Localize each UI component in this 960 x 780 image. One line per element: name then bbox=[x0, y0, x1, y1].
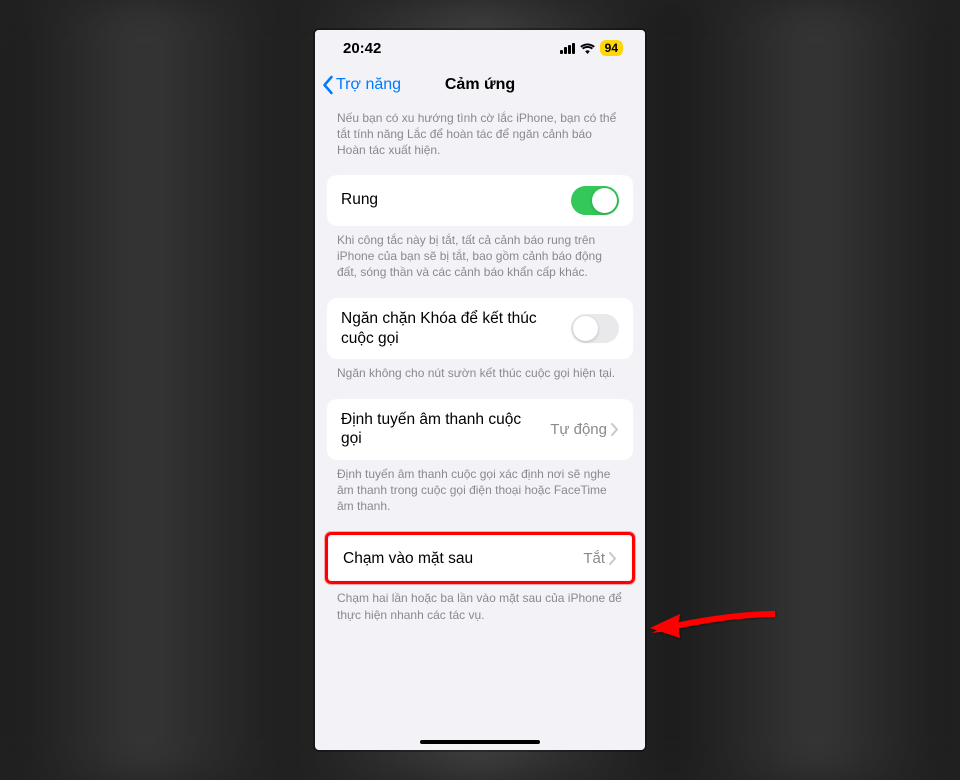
vibration-toggle[interactable] bbox=[571, 186, 619, 215]
vibration-row[interactable]: Rung bbox=[327, 175, 633, 226]
vibration-group: Rung Khi công tắc này bị tắt, tất cả cản… bbox=[327, 175, 633, 297]
back-tap-value: Tắt bbox=[583, 550, 617, 567]
chevron-left-icon bbox=[321, 75, 334, 95]
wifi-icon bbox=[580, 43, 595, 54]
status-bar: 20:42 94 bbox=[315, 30, 645, 66]
lock-end-call-footer: Ngăn không cho nút sườn kết thúc cuộc gọ… bbox=[327, 359, 633, 397]
back-button[interactable]: Trợ năng bbox=[321, 75, 401, 95]
back-tap-row[interactable]: Chạm vào mặt sau Tắt bbox=[329, 536, 631, 580]
lock-end-call-toggle[interactable] bbox=[571, 314, 619, 343]
status-time: 20:42 bbox=[343, 40, 381, 57]
lock-end-call-group: Ngăn chặn Khóa để kết thúc cuộc gọi Ngăn… bbox=[327, 298, 633, 397]
highlight-annotation: Chạm vào mặt sau Tắt bbox=[325, 532, 635, 584]
nav-bar: Trợ năng Cảm ứng bbox=[315, 66, 645, 104]
audio-routing-row[interactable]: Định tuyến âm thanh cuộc gọi Tự động bbox=[327, 399, 633, 460]
intro-footer: Nếu bạn có xu hướng tình cờ lắc iPhone, … bbox=[327, 104, 633, 175]
cellular-icon bbox=[560, 43, 575, 54]
content-scroll[interactable]: Nếu bạn có xu hướng tình cờ lắc iPhone, … bbox=[315, 104, 645, 750]
back-tap-label: Chạm vào mặt sau bbox=[343, 549, 583, 568]
home-indicator[interactable] bbox=[420, 740, 540, 745]
audio-routing-footer: Định tuyến âm thanh cuộc gọi xác định nơ… bbox=[327, 460, 633, 531]
back-tap-group: Chạm vào mặt sau Tắt Chạm hai lần hoặc b… bbox=[327, 532, 633, 638]
lock-end-call-row[interactable]: Ngăn chặn Khóa để kết thúc cuộc gọi bbox=[327, 298, 633, 359]
lock-end-call-label: Ngăn chặn Khóa để kết thúc cuộc gọi bbox=[341, 309, 571, 348]
nav-title: Cảm ứng bbox=[445, 76, 515, 94]
chevron-right-icon bbox=[609, 552, 617, 565]
vibration-footer: Khi công tắc này bị tắt, tất cả cảnh báo… bbox=[327, 226, 633, 297]
audio-routing-group: Định tuyến âm thanh cuộc gọi Tự động Địn… bbox=[327, 399, 633, 530]
battery-badge: 94 bbox=[600, 40, 623, 56]
status-right: 94 bbox=[560, 40, 623, 56]
back-label: Trợ năng bbox=[336, 76, 401, 94]
back-tap-footer: Chạm hai lần hoặc ba lần vào mặt sau của… bbox=[327, 584, 633, 638]
chevron-right-icon bbox=[611, 423, 619, 436]
phone-frame: 20:42 94 Trợ năng Cảm ứng Nếu bạn có xu … bbox=[315, 30, 645, 750]
audio-routing-value: Tự động bbox=[550, 421, 619, 438]
vibration-label: Rung bbox=[341, 190, 571, 209]
audio-routing-label: Định tuyến âm thanh cuộc gọi bbox=[341, 410, 550, 449]
